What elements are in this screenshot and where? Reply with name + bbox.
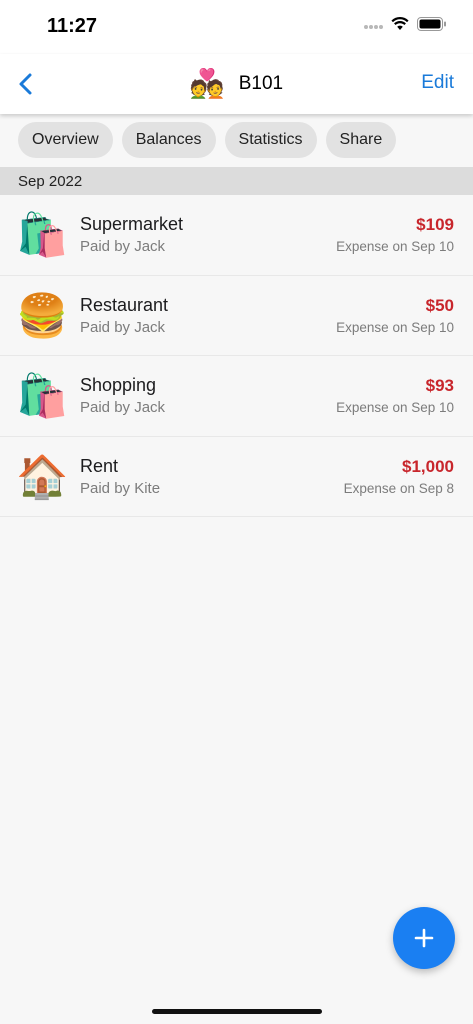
wifi-icon [391, 17, 409, 30]
expense-title: Restaurant [80, 294, 169, 315]
expense-date: Expense on Sep 10 [336, 400, 454, 415]
add-expense-button[interactable] [393, 907, 455, 969]
expense-list: 🛍️ Supermarket Paid by Jack $109 Expense… [0, 195, 473, 517]
expense-amount: $93 [425, 376, 454, 395]
edit-button[interactable]: Edit [421, 72, 454, 94]
status-bar: 11:27 [0, 0, 473, 54]
expense-amount: $50 [425, 295, 454, 315]
section-label: Sep 2022 [18, 172, 83, 190]
chip-overview[interactable]: Overview [18, 122, 113, 158]
expense-row[interactable]: 🍔 Restaurant Paid by Jack $50 Expense on… [0, 276, 473, 356]
house-icon: 🏠 [16, 452, 69, 500]
expense-row[interactable]: 🏠 Rent Paid by Kite $1,000 Expense on Se… [0, 437, 473, 517]
expense-row[interactable]: 🛍️ Shopping Paid by Jack $93 Expense on … [0, 356, 473, 437]
chip-statistics[interactable]: Statistics [224, 122, 317, 158]
expense-date: Expense on Sep 8 [343, 480, 454, 496]
section-header: Sep 2022 [0, 167, 473, 195]
couple-icon: 💑 [189, 68, 225, 99]
hamburger-icon: 🍔 [16, 291, 69, 339]
nav-title-group: 💑 B101 [0, 66, 473, 102]
expense-amount: $1,000 [402, 456, 454, 476]
expense-payer: Paid by Jack [80, 318, 166, 336]
home-indicator [152, 1009, 322, 1014]
expense-payer: Paid by Jack [80, 399, 166, 416]
plus-icon [414, 928, 434, 948]
navigation-bar: 💑 B101 Edit [0, 54, 473, 114]
chip-share[interactable]: Share [325, 122, 397, 158]
expense-amount: $109 [416, 215, 454, 234]
expense-title: Shopping [80, 375, 157, 395]
expense-payer: Paid by Jack [80, 238, 166, 255]
cellular-signal-icon [364, 25, 383, 29]
page-title: B101 [238, 73, 284, 94]
expense-date: Expense on Sep 10 [336, 239, 454, 254]
expense-title: Supermarket [80, 214, 184, 234]
expense-row[interactable]: 🛍️ Supermarket Paid by Jack $109 Expense… [0, 195, 473, 276]
expense-title: Rent [80, 455, 119, 476]
status-time: 11:27 [47, 15, 98, 37]
chip-balances[interactable]: Balances [121, 122, 216, 158]
battery-icon [417, 17, 446, 31]
shopping-bags-icon: 🛍️ [16, 211, 69, 258]
status-icons [363, 17, 447, 31]
expense-date: Expense on Sep 10 [336, 319, 454, 335]
expense-payer: Paid by Kite [80, 479, 161, 497]
tab-chips: Overview Balances Statistics Share [18, 122, 397, 158]
shopping-bags-icon: 🛍️ [16, 372, 69, 419]
